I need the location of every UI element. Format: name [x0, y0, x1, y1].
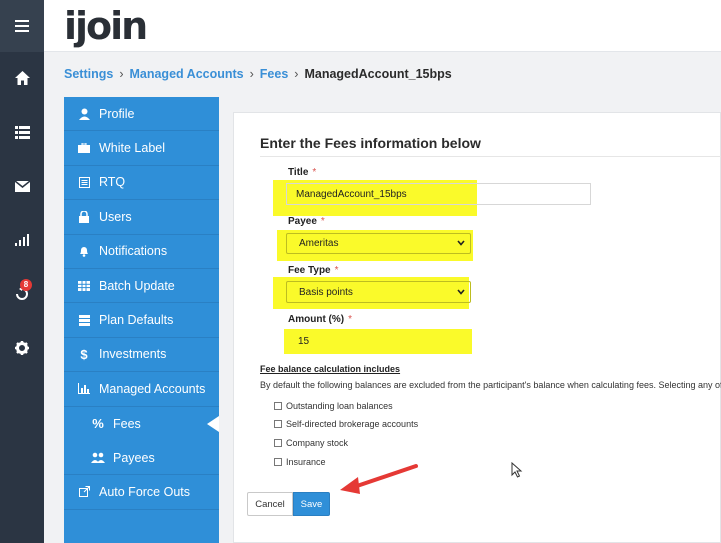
- menu-item-label: Managed Accounts: [99, 381, 206, 396]
- menu-item-label: Plan Defaults: [99, 313, 174, 328]
- menu-item-white-label[interactable]: White Label: [64, 131, 219, 166]
- menu-item-plan-defaults[interactable]: Plan Defaults: [64, 303, 219, 338]
- breadcrumb: Settings › Managed Accounts › Fees › Man…: [64, 67, 452, 81]
- title-input[interactable]: ManagedAccount_15bps: [286, 183, 591, 205]
- menu-item-users[interactable]: Users: [64, 200, 219, 235]
- grid-icon: [77, 280, 91, 291]
- bell-icon: [77, 245, 91, 258]
- briefcase-icon: [77, 143, 91, 154]
- gear-icon[interactable]: [0, 333, 44, 363]
- fee-type-select[interactable]: Basis points: [286, 281, 471, 303]
- menu-item-label: Investments: [99, 347, 167, 362]
- checkbox-outstanding-loans[interactable]: Outstanding loan balances: [274, 401, 393, 411]
- menu-item-label: RTQ: [99, 175, 126, 190]
- checkbox-label: Self-directed brokerage accounts: [286, 419, 419, 429]
- chevron-down-icon: [457, 287, 465, 298]
- checkbox-self-directed-brokerage[interactable]: Self-directed brokerage accounts: [274, 419, 418, 429]
- menu-item-label: White Label: [99, 141, 166, 156]
- menu-item-profile[interactable]: Profile: [64, 97, 219, 132]
- menu-item-label: Users: [99, 209, 132, 224]
- fee-balance-heading: Fee balance calculation includes: [260, 364, 401, 374]
- divider: [260, 156, 721, 157]
- fee-type-label: Fee Type *: [288, 265, 339, 276]
- menu-item-batch-update[interactable]: Batch Update: [64, 269, 219, 304]
- person-icon: [77, 108, 91, 120]
- top-header: ijoin: [44, 0, 721, 52]
- bar-chart-icon[interactable]: [0, 225, 44, 255]
- mouse-cursor-icon: [511, 462, 523, 478]
- save-button[interactable]: Save: [293, 492, 330, 516]
- breadcrumb-separator: ›: [119, 67, 124, 81]
- lock-icon: [77, 210, 91, 223]
- menu-item-managed-accounts[interactable]: Managed Accounts: [64, 372, 219, 407]
- menu-item-label: Notifications: [99, 244, 168, 259]
- payee-value: Ameritas: [299, 238, 339, 249]
- external-link-icon: [77, 486, 91, 498]
- people-icon: [91, 452, 105, 464]
- red-arrow-annotation: [340, 464, 418, 494]
- fees-form-panel: Enter the Fees information below Title * …: [233, 112, 721, 543]
- menu-item-fees[interactable]: % Fees: [64, 407, 219, 441]
- mail-icon[interactable]: [0, 171, 44, 201]
- left-rail: 8: [0, 0, 44, 543]
- menu-item-auto-force-outs[interactable]: Auto Force Outs: [64, 475, 219, 510]
- settings-menu: Profile White Label RTQ Users Notificati…: [64, 97, 219, 543]
- breadcrumb-fees[interactable]: Fees: [260, 67, 289, 81]
- ijoin-logo[interactable]: ijoin: [64, 4, 148, 48]
- payee-label: Payee *: [288, 216, 325, 227]
- sliders-icon: [77, 314, 91, 326]
- breadcrumb-settings[interactable]: Settings: [64, 67, 113, 81]
- menu-item-rtq[interactable]: RTQ: [64, 166, 219, 201]
- fee-type-value: Basis points: [299, 286, 353, 298]
- cancel-button[interactable]: Cancel: [247, 492, 293, 516]
- amount-input[interactable]: 15: [287, 331, 467, 351]
- checkbox-insurance[interactable]: Insurance: [274, 457, 326, 467]
- fee-balance-description: By default the following balances are ex…: [260, 380, 721, 390]
- checkbox-label: Outstanding loan balances: [286, 401, 393, 411]
- dollar-icon: $: [80, 346, 88, 362]
- form-heading: Enter the Fees information below: [260, 135, 481, 151]
- menu-item-label: Auto Force Outs: [99, 484, 191, 499]
- breadcrumb-managed-accounts[interactable]: Managed Accounts: [129, 67, 243, 81]
- checkbox-company-stock[interactable]: Company stock: [274, 438, 348, 448]
- menu-item-payees[interactable]: Payees: [64, 441, 219, 476]
- checkbox-box[interactable]: [274, 458, 282, 466]
- menu-icon[interactable]: [0, 0, 44, 52]
- title-label: Title *: [288, 167, 317, 178]
- home-icon[interactable]: [0, 63, 44, 93]
- list-icon[interactable]: [0, 117, 44, 147]
- menu-item-notifications[interactable]: Notifications: [64, 235, 219, 269]
- chart-icon: [77, 383, 91, 395]
- menu-item-label: Batch Update: [99, 278, 175, 293]
- checkbox-box[interactable]: [274, 402, 282, 410]
- percent-icon: %: [92, 416, 104, 432]
- checkbox-box[interactable]: [274, 439, 282, 447]
- checkbox-label: Company stock: [286, 438, 349, 448]
- checkbox-label: Insurance: [286, 457, 326, 467]
- menu-item-label: Payees: [113, 450, 155, 465]
- breadcrumb-separator: ›: [249, 67, 254, 81]
- document-icon: [77, 176, 91, 188]
- payee-select[interactable]: Ameritas: [286, 233, 471, 254]
- menu-item-investments[interactable]: $ Investments: [64, 338, 219, 373]
- checkbox-box[interactable]: [274, 420, 282, 428]
- menu-item-label: Profile: [99, 106, 135, 121]
- amount-label: Amount (%) *: [288, 314, 353, 325]
- notification-count-badge: 8: [20, 279, 32, 291]
- alerts-icon[interactable]: 8: [0, 279, 44, 309]
- breadcrumb-current: ManagedAccount_15bps: [304, 67, 452, 81]
- breadcrumb-separator: ›: [294, 67, 299, 81]
- chevron-down-icon: [457, 238, 465, 249]
- menu-item-label: Fees: [113, 416, 141, 431]
